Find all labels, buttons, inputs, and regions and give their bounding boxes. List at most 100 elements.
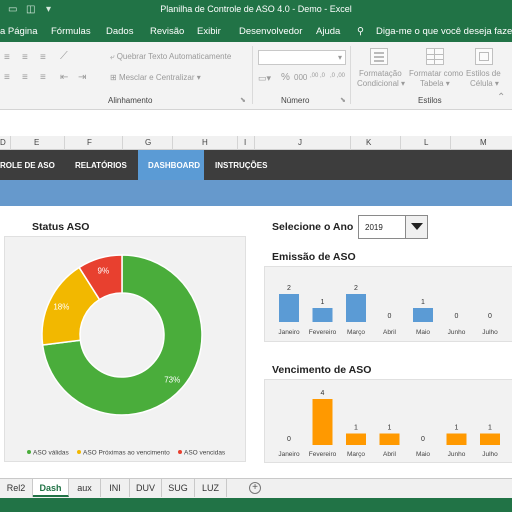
align-top-icon[interactable]: ≡ <box>4 52 10 63</box>
align-center-icon[interactable]: ≡ <box>22 72 28 83</box>
currency-icon[interactable]: ▭▾ <box>258 73 271 84</box>
bar-data-label: 1 <box>421 299 425 306</box>
column-header-i[interactable]: I <box>244 138 246 147</box>
pie-data-label: 18% <box>53 302 69 311</box>
sheet-tab-ini[interactable]: INI <box>101 479 130 497</box>
number-launcher-icon[interactable]: ⬊ <box>340 96 346 104</box>
bar-data-label: 1 <box>388 425 392 432</box>
chevron-down-icon: ▾ <box>194 73 201 82</box>
conditional-format-label: Condicional <box>357 79 399 88</box>
column-header-d[interactable]: D <box>0 138 6 147</box>
bar-data-label: 1 <box>354 425 358 432</box>
bar <box>312 308 333 322</box>
year-dropdown-button[interactable] <box>405 216 427 238</box>
legend-entry: ASO válidas <box>33 450 70 457</box>
tab-developer[interactable]: Desenvolvedor <box>239 26 302 37</box>
align-right-icon[interactable]: ≡ <box>40 72 46 83</box>
tab-page-layout[interactable]: a Página <box>0 26 38 37</box>
indent-decrease-icon[interactable]: ⇤ <box>60 72 68 83</box>
tab-review[interactable]: Revisão <box>150 26 184 37</box>
vencimento-panel: 0 Janeiro 4 Fevereiro 1 Março 1 Abril 0 Maio 1 Junh… <box>264 379 512 463</box>
align-middle-icon[interactable]: ≡ <box>22 52 28 63</box>
cell-styles-button[interactable]: Estilos de <box>466 69 501 78</box>
tab-help[interactable]: Ajuda <box>316 26 340 37</box>
add-sheet-icon[interactable]: + <box>249 482 261 494</box>
nav-dashboard[interactable]: DASHBOARD <box>148 161 200 170</box>
wrap-text-button[interactable]: ⤶ Quebrar Texto Automaticamente <box>110 52 231 62</box>
emissao-title: Emissão de ASO <box>272 251 356 263</box>
tick-label: Abril <box>383 329 397 336</box>
tick-label: Junho <box>448 329 466 336</box>
cell-styles-label: Célula <box>470 79 493 88</box>
tick-label: Julho <box>482 451 498 458</box>
pie-data-label: 73% <box>164 375 180 384</box>
tab-formulas[interactable]: Fórmulas <box>51 26 91 37</box>
indent-increase-icon[interactable]: ⇥ <box>78 72 86 83</box>
emissao-chart: 2 Janeiro 1 Fevereiro 2 Março 0 Abril 1 Maio 0 Junh… <box>278 285 498 336</box>
bar-data-label: 0 <box>421 436 425 443</box>
number-format-select[interactable]: ▾ <box>258 50 346 65</box>
sheet-tab-sug[interactable]: SUG <box>162 479 195 497</box>
format-as-table-button[interactable]: Formatar como <box>409 69 463 78</box>
tick-label: Janeiro <box>278 329 300 336</box>
tell-me-box[interactable]: Diga-me o que você deseja fazer <box>376 26 512 37</box>
tab-view[interactable]: Exibir <box>197 26 221 37</box>
tick-label: Abril <box>383 451 397 458</box>
merge-center-label: Mesclar e Centralizar <box>118 73 195 82</box>
percent-button[interactable]: % <box>281 72 290 83</box>
column-header-h[interactable]: H <box>202 138 208 147</box>
bar-data-label: 2 <box>287 285 291 292</box>
tick-label: Março <box>347 329 365 336</box>
formula-area <box>0 110 512 136</box>
thousands-button[interactable]: 000 <box>294 73 307 82</box>
column-header-k[interactable]: K <box>366 138 371 147</box>
column-header-e[interactable]: E <box>34 138 39 147</box>
merge-center-button[interactable]: ⊞ Mesclar e Centralizar ▾ <box>110 73 201 82</box>
conditional-format-button[interactable]: Formatação <box>359 69 402 78</box>
lightbulb-icon: ⚲ <box>357 26 364 37</box>
format-as-table-label-2: Tabela ▾ <box>420 79 450 88</box>
align-left-icon[interactable]: ≡ <box>4 72 10 83</box>
status-aso-chart: 73% 18% 9% ASO válidas ASO Próximas ao venci… <box>27 254 226 457</box>
status-aso-panel: 73% 18% 9% ASO válidas ASO Próximas ao venci… <box>4 236 246 462</box>
bar-data-label: 1 <box>488 425 492 432</box>
alignment-launcher-icon[interactable]: ⬊ <box>240 96 246 104</box>
collapse-ribbon-icon[interactable]: ⌃ <box>497 92 505 103</box>
align-bottom-icon[interactable]: ≡ <box>40 52 46 63</box>
group-alignment-label: Alinhamento <box>108 96 153 105</box>
format-as-table-label: Tabela <box>420 79 444 88</box>
nav-controle-aso[interactable]: ROLE DE ASO <box>0 161 55 170</box>
sheet-tab-duv[interactable]: DUV <box>130 479 162 497</box>
merge-icon: ⊞ <box>110 73 119 82</box>
sheet-tab-luz[interactable]: LUZ <box>195 479 227 497</box>
column-divider <box>122 136 123 150</box>
increase-decimal-button[interactable]: ,00 ,0 <box>310 73 328 79</box>
column-header-g[interactable]: G <box>145 138 151 147</box>
column-header-f[interactable]: F <box>87 138 92 147</box>
legend-entry: ASO vencidas <box>184 450 226 457</box>
status-aso-title: Status ASO <box>32 221 90 233</box>
vencimento-chart: 0 Janeiro 4 Fevereiro 1 Março 1 Abril 0 Maio 1 Junh… <box>278 390 500 458</box>
tab-data[interactable]: Dados <box>106 26 133 37</box>
ribbon: ≡ ≡ ≡ ⟋ ≡ ≡ ≡ ⇤ ⇥ ⤶ Quebrar Texto Automa… <box>0 42 512 110</box>
column-header-l[interactable]: L <box>424 138 428 147</box>
sheet-tab-aux[interactable]: aux <box>69 479 101 497</box>
column-header-m[interactable]: M <box>480 138 487 147</box>
sheet-tab-dash[interactable]: Dash <box>33 479 69 497</box>
status-bar <box>0 498 512 512</box>
nav-instrucoes[interactable]: INSTRUÇÕES <box>215 161 267 170</box>
orientation-icon[interactable]: ⟋ <box>60 50 68 63</box>
window-title: Planilha de Controle de ASO 4.0 - Demo -… <box>160 4 352 14</box>
sheet-tab-rel2[interactable]: Rel2 <box>0 479 33 497</box>
chevron-down-icon: ▾ <box>337 53 342 62</box>
legend-entry: ASO Próximas ao vencimento <box>83 450 170 457</box>
column-header-j[interactable]: J <box>298 138 302 147</box>
column-divider <box>172 136 173 150</box>
cell-styles-icon <box>475 48 493 65</box>
legend-marker <box>77 450 81 454</box>
year-select[interactable]: 2019 <box>358 215 428 239</box>
decrease-decimal-button[interactable]: ,0 ,00 <box>330 73 348 79</box>
nav-relatorios[interactable]: RELATÓRIOS <box>75 161 127 170</box>
format-as-table-icon <box>426 48 444 65</box>
column-divider <box>10 136 11 150</box>
